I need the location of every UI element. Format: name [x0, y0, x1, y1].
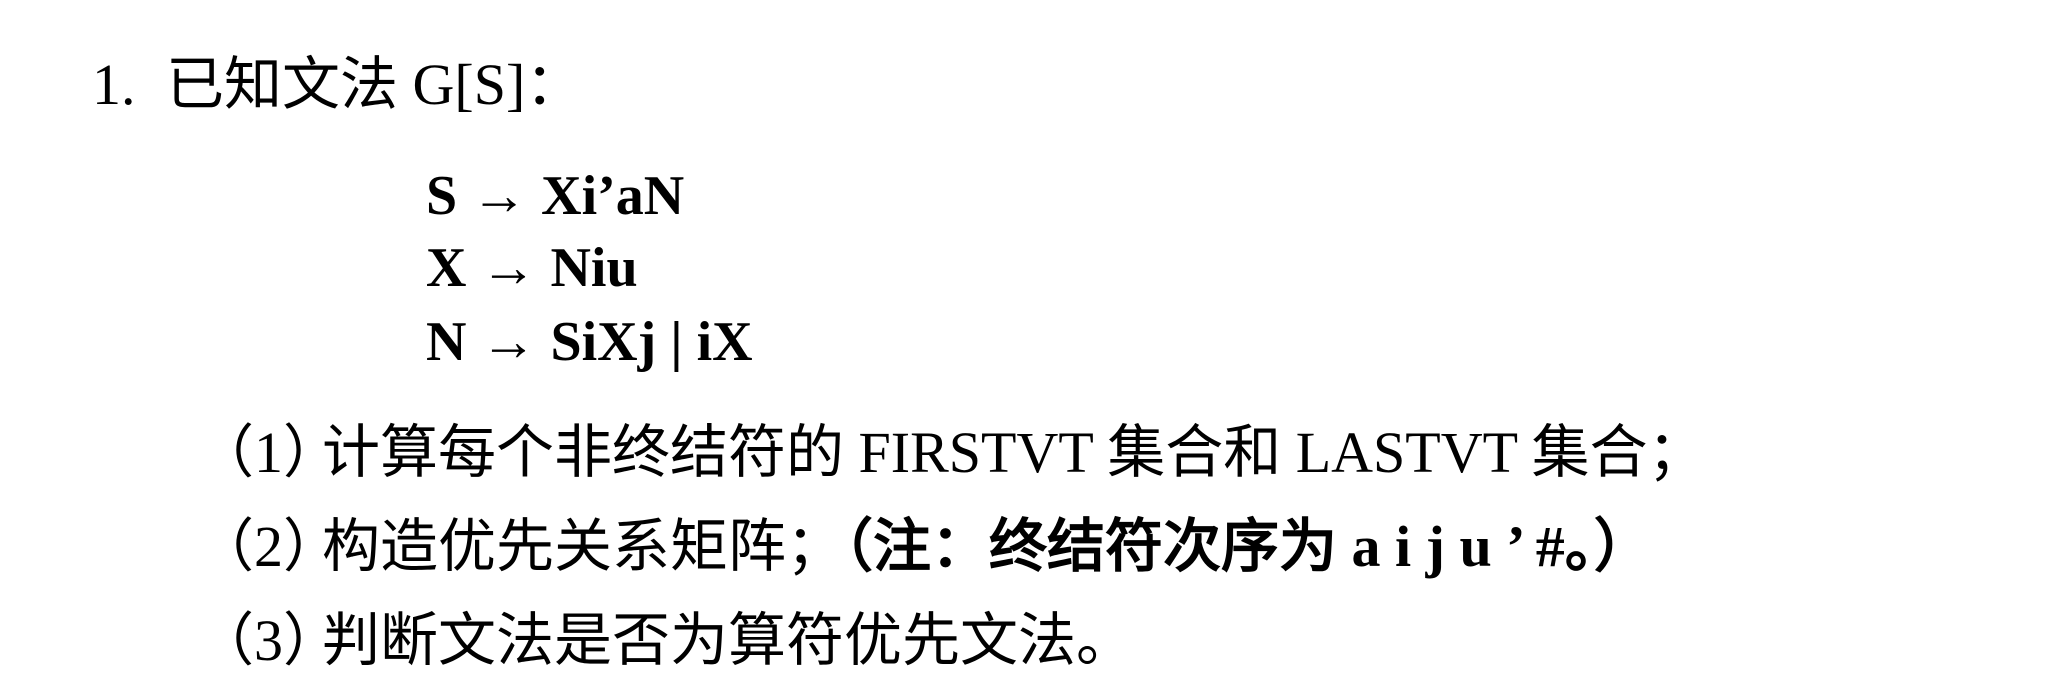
question-1: （1）计算每个非终结符的 FIRSTVT 集合和 LASTVT 集合；	[196, 424, 1705, 482]
question-3-index: （3）	[196, 608, 342, 673]
question-2-note: （注：终结符次序为 a i j u ’ #。）	[844, 514, 1652, 579]
grammar-rule-x: X → Niu	[426, 237, 638, 299]
question-2-index: （2）	[196, 514, 342, 579]
question-3: （3）判断文法是否为算符优先文法。	[196, 612, 1134, 670]
question-1-text: 计算每个非终结符的 FIRSTVT 集合和 LASTVT 集合；	[322, 420, 1706, 485]
grammar-rule-n: N → SiXj | iX	[426, 311, 753, 373]
question-2-text: 构造优先关系矩阵；	[322, 514, 845, 579]
problem-heading: 1. 已知文法 G[S]：	[92, 56, 583, 114]
question-2: （2）构造优先关系矩阵；（注：终结符次序为 a i j u ’ #。）	[196, 518, 1652, 576]
grammar-rule-s: S → Xi’aN	[426, 165, 685, 227]
question-3-text: 判断文法是否为算符优先文法。	[322, 608, 1135, 673]
problem-number: 1.	[92, 52, 136, 117]
problem-title: 已知文法 G[S]：	[166, 52, 584, 117]
question-1-index: （1）	[196, 420, 342, 485]
